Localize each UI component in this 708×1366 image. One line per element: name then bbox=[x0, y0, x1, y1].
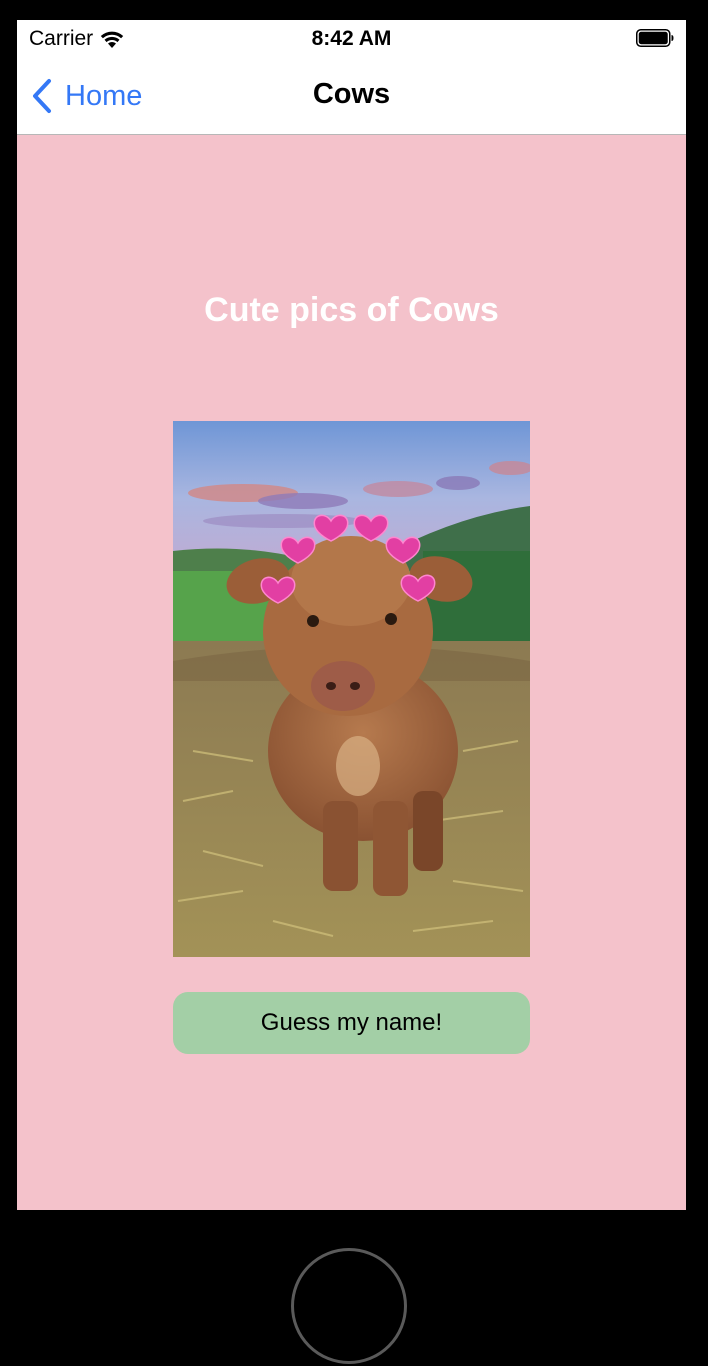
home-button[interactable] bbox=[291, 1248, 407, 1364]
page-title: Cows bbox=[312, 78, 391, 110]
status-bar: Carrier 8:42 AM bbox=[17, 20, 686, 60]
cow-photo bbox=[173, 421, 530, 957]
navigation-bar: Home Cows bbox=[17, 60, 686, 135]
app-screen: Carrier 8:42 AM Home Cows Cute pics of C… bbox=[17, 20, 686, 1210]
guess-name-button[interactable]: Guess my name! bbox=[173, 992, 530, 1054]
device-frame: Carrier 8:42 AM Home Cows Cute pics of C… bbox=[0, 0, 708, 1366]
cow-photo-illustration bbox=[173, 421, 530, 957]
content-heading: Cute pics of Cows bbox=[204, 291, 499, 329]
status-time: 8:42 AM bbox=[311, 27, 392, 50]
battery-icon bbox=[636, 29, 674, 47]
